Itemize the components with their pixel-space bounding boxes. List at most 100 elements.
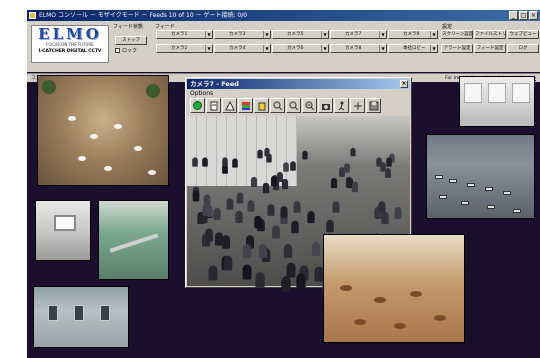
chevron-down-icon: ▼ bbox=[205, 31, 212, 38]
save-icon[interactable] bbox=[366, 98, 381, 113]
scene-window bbox=[512, 83, 530, 103]
camera-select-8[interactable]: カメラ8 ▼ bbox=[330, 44, 387, 53]
scene-person bbox=[350, 147, 356, 157]
scene-table bbox=[340, 285, 352, 291]
scene-person bbox=[253, 216, 262, 229]
camera-select-5-label: カメラ5 bbox=[287, 32, 304, 37]
scene-person bbox=[293, 201, 301, 213]
scene-table bbox=[78, 156, 86, 161]
scene-person bbox=[250, 176, 257, 188]
screen-settings-button[interactable]: スクリーン設定 bbox=[441, 30, 473, 39]
log-button[interactable]: ログ bbox=[507, 44, 539, 53]
scene-person bbox=[343, 163, 350, 173]
camera-select-lobby[interactable]: 本社ロビー ▼ bbox=[388, 44, 438, 53]
file-stream-button[interactable]: ファイルストリーム bbox=[474, 30, 506, 39]
lock-label: ロック bbox=[122, 48, 138, 54]
chevron-down-icon: ▼ bbox=[321, 45, 328, 52]
scene-person bbox=[267, 204, 275, 217]
camera-select-4[interactable]: カメラ4 ▼ bbox=[214, 44, 271, 53]
scene-person bbox=[226, 197, 233, 210]
filter-icon[interactable] bbox=[222, 98, 237, 113]
feed-window-titlebar[interactable]: カメラ7 - Feed × bbox=[187, 79, 410, 89]
alert-settings-button[interactable]: アラート設定 bbox=[441, 44, 473, 53]
scene-tree bbox=[146, 84, 160, 98]
scene-table bbox=[434, 315, 446, 321]
camera-select-1[interactable]: カメラ1 ▼ bbox=[156, 30, 213, 39]
camera-feed-office[interactable] bbox=[459, 76, 535, 127]
camera-select-icon[interactable] bbox=[254, 98, 269, 113]
ptz-icon[interactable] bbox=[350, 98, 365, 113]
scene-person bbox=[235, 211, 244, 224]
camera-select-6[interactable]: カメラ6 ▼ bbox=[272, 44, 329, 53]
camera-select-8-label: カメラ8 bbox=[345, 46, 362, 51]
web-view-button[interactable]: ウェブビュー bbox=[507, 30, 539, 39]
camera-select-7[interactable]: カメラ7 ▼ bbox=[330, 30, 387, 39]
camera-select-5[interactable]: カメラ5 ▼ bbox=[272, 30, 329, 39]
scene-person bbox=[282, 178, 289, 190]
scene-person bbox=[312, 241, 321, 256]
scene-person bbox=[386, 157, 392, 167]
scene-doorway bbox=[54, 215, 76, 231]
scene-window bbox=[464, 83, 482, 103]
lock-checkbox[interactable] bbox=[115, 48, 120, 53]
chevron-down-icon: ▼ bbox=[430, 45, 437, 52]
snapshot-icon[interactable] bbox=[318, 98, 333, 113]
camera-feed-plaza[interactable] bbox=[37, 75, 169, 186]
scene-person bbox=[290, 220, 299, 233]
main-toolbar: ELMO FOCUS ON THE FUTURE I-CATCHER DIGIT… bbox=[27, 21, 540, 82]
scene-person bbox=[314, 265, 324, 282]
feed-label: フィード bbox=[155, 24, 175, 30]
feed-settings-button[interactable]: フィード設定 bbox=[474, 44, 506, 53]
camera-feed-parking[interactable] bbox=[426, 134, 535, 219]
close-button[interactable]: × bbox=[529, 11, 538, 20]
camera-select-2-label: カメラ2 bbox=[171, 46, 188, 51]
chevron-down-icon: ▼ bbox=[321, 31, 328, 38]
scene-person bbox=[283, 244, 293, 259]
camera-feed-corridor[interactable] bbox=[35, 200, 91, 261]
feed-toolbar bbox=[190, 98, 381, 114]
scene-person bbox=[345, 177, 353, 188]
app-icon bbox=[29, 12, 36, 19]
capture-stop-button[interactable]: ストップ bbox=[115, 36, 147, 45]
camera-feed-cafe[interactable] bbox=[323, 234, 465, 343]
scene-car bbox=[439, 195, 447, 199]
console-app: ELMO コンソール － モザイクモード － Feeds 10 of 10 － … bbox=[27, 10, 540, 358]
camera-feed-arcade[interactable] bbox=[98, 200, 169, 280]
camera-select-9[interactable]: カメラ9 ▼ bbox=[388, 30, 438, 39]
scene-person bbox=[191, 157, 198, 167]
camera-select-6-label: カメラ6 bbox=[287, 46, 304, 51]
chevron-down-icon: ▼ bbox=[263, 31, 270, 38]
options-menu[interactable]: Options bbox=[190, 90, 213, 97]
scene-person bbox=[262, 182, 269, 194]
scene-table bbox=[68, 116, 76, 121]
scene-car bbox=[435, 175, 443, 179]
scene-person bbox=[204, 228, 213, 242]
scene-table bbox=[374, 297, 386, 303]
scene-person bbox=[202, 204, 210, 217]
scene-person bbox=[192, 190, 200, 202]
camera-select-2[interactable]: カメラ2 ▼ bbox=[156, 44, 213, 53]
zoom-out-icon[interactable] bbox=[206, 98, 221, 113]
status-light-icon[interactable] bbox=[190, 98, 205, 113]
camera-feed-lobby[interactable] bbox=[33, 286, 129, 348]
scene-car bbox=[487, 205, 495, 209]
camera-select-1-label: カメラ1 bbox=[171, 32, 188, 37]
zoom-in-icon[interactable] bbox=[270, 98, 285, 113]
scene-person bbox=[384, 167, 391, 178]
scene-person bbox=[201, 157, 208, 167]
zoom-fit-icon[interactable] bbox=[286, 98, 301, 113]
scene-car bbox=[513, 209, 521, 213]
feed-close-button[interactable]: × bbox=[400, 80, 408, 88]
color-icon[interactable] bbox=[238, 98, 253, 113]
scene-person bbox=[295, 272, 306, 289]
scene-table bbox=[394, 323, 406, 329]
zoom-actual-icon[interactable] bbox=[302, 98, 317, 113]
minimize-button[interactable]: _ bbox=[509, 11, 518, 20]
scene-person bbox=[242, 264, 252, 280]
camera-select-7-label: カメラ7 bbox=[345, 32, 362, 37]
maximize-button[interactable]: □ bbox=[519, 11, 528, 20]
motion-icon[interactable] bbox=[334, 98, 349, 113]
scene-atm bbox=[100, 305, 110, 321]
scene-railing bbox=[109, 233, 159, 253]
camera-select-3[interactable]: カメラ3 ▼ bbox=[214, 30, 271, 39]
